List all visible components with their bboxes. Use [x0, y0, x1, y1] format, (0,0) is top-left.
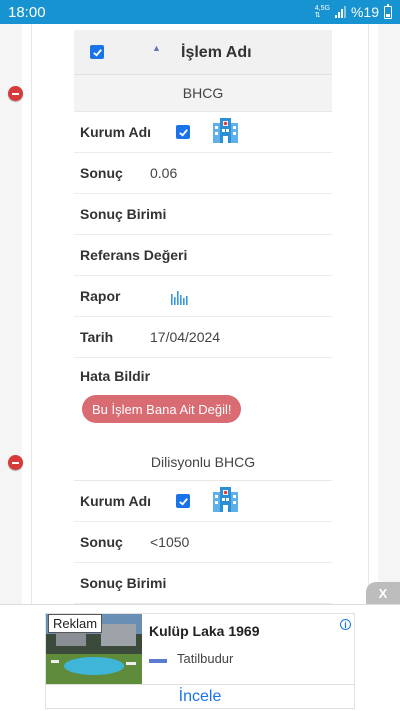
row-value: 0.06 — [150, 165, 178, 181]
ad-image[interactable]: Reklam — [46, 614, 142, 684]
row-kurum-adi: Kurum Adı — [74, 112, 332, 153]
status-icons: 4,5G ⇅ %19 — [315, 3, 392, 20]
network-type-icon: 4,5G ⇅ — [315, 5, 330, 19]
row-label: Kurum Adı — [80, 493, 152, 509]
row-value: <1050 — [150, 534, 190, 550]
row-tarih: Tarih 17/04/2024 — [74, 317, 332, 358]
battery-percent: %19 — [350, 4, 379, 20]
row-value: 17/04/2024 — [150, 329, 221, 345]
kurum-checkbox[interactable] — [176, 125, 190, 139]
row-kurum-adi: Kurum Adı — [74, 481, 332, 522]
row-rapor: Rapor — [74, 276, 332, 317]
table-header: ▲ İşlem Adı — [74, 30, 332, 75]
column-title[interactable]: İşlem Adı — [181, 44, 252, 62]
row-label: Kurum Adı — [80, 124, 152, 140]
battery-icon — [384, 3, 392, 19]
ad-label: Reklam — [48, 614, 103, 633]
advertiser-logo — [149, 659, 167, 663]
ad-card[interactable]: Reklam Kulüp Laka 1969 Tatilbudur i İnce… — [45, 613, 355, 709]
report-chart-icon[interactable] — [170, 289, 188, 305]
ad-brand[interactable]: Tatilbudur — [177, 651, 233, 666]
row-sonuc-birimi: Sonuç Birimi — [74, 194, 332, 235]
ad-cta-button[interactable]: İncele — [46, 684, 354, 709]
row-label: Sonuç Birimi — [80, 206, 167, 222]
row-label: Rapor — [80, 288, 121, 304]
row-label: Hata Bildir — [80, 368, 151, 384]
ad-info-icon[interactable]: i — [340, 619, 351, 630]
status-bar: 18:00 4,5G ⇅ %19 — [0, 0, 400, 24]
row-sonuc: Sonuç <1050 — [74, 522, 332, 563]
sort-ascending-icon[interactable]: ▲ — [152, 43, 161, 53]
ad-banner[interactable]: Reklam Kulüp Laka 1969 Tatilbudur i İnce… — [0, 604, 400, 711]
hospital-building-icon[interactable] — [210, 484, 240, 514]
group-name: BHCG — [182, 85, 224, 101]
data-arrows-icon: ⇅ — [314, 12, 321, 19]
row-label: Sonuç — [80, 534, 123, 550]
hospital-building-icon[interactable] — [210, 115, 240, 145]
row-label: Tarih — [80, 329, 114, 345]
group-name: Dilisyonlu BHCG — [150, 454, 256, 470]
row-label: Referans Değeri — [80, 247, 188, 263]
group-header-dilisyonlu-bhcg[interactable]: Dilisyonlu BHCG — [8, 444, 332, 481]
row-hata-bildir: Hata Bildir Bu İşlem Bana Ait Değil! — [74, 358, 332, 444]
network-type: 4,5G — [314, 5, 330, 12]
row-label: Sonuç — [80, 165, 123, 181]
row-label: Sonuç Birimi — [80, 575, 167, 591]
ad-title[interactable]: Kulüp Laka 1969 — [149, 623, 260, 639]
group-header-bhcg[interactable]: BHCG — [8, 75, 332, 112]
status-time: 18:00 — [8, 3, 46, 21]
results-table: ▲ İşlem Adı BHCG Kurum Adı Sonuç 0.06 So… — [8, 30, 332, 604]
collapse-icon[interactable] — [8, 86, 23, 101]
select-all-checkbox[interactable] — [90, 45, 104, 59]
collapse-icon[interactable] — [8, 455, 23, 470]
kurum-checkbox[interactable] — [176, 494, 190, 508]
row-sonuc: Sonuç 0.06 — [74, 153, 332, 194]
row-referans: Referans Değeri — [74, 235, 332, 276]
results-page: ▲ İşlem Adı BHCG Kurum Adı Sonuç 0.06 So… — [8, 24, 378, 604]
not-mine-button[interactable]: Bu İşlem Bana Ait Değil! — [82, 395, 242, 423]
close-ad-button[interactable]: X — [366, 582, 400, 604]
signal-icon — [334, 6, 346, 18]
row-sonuc-birimi: Sonuç Birimi — [74, 563, 332, 604]
